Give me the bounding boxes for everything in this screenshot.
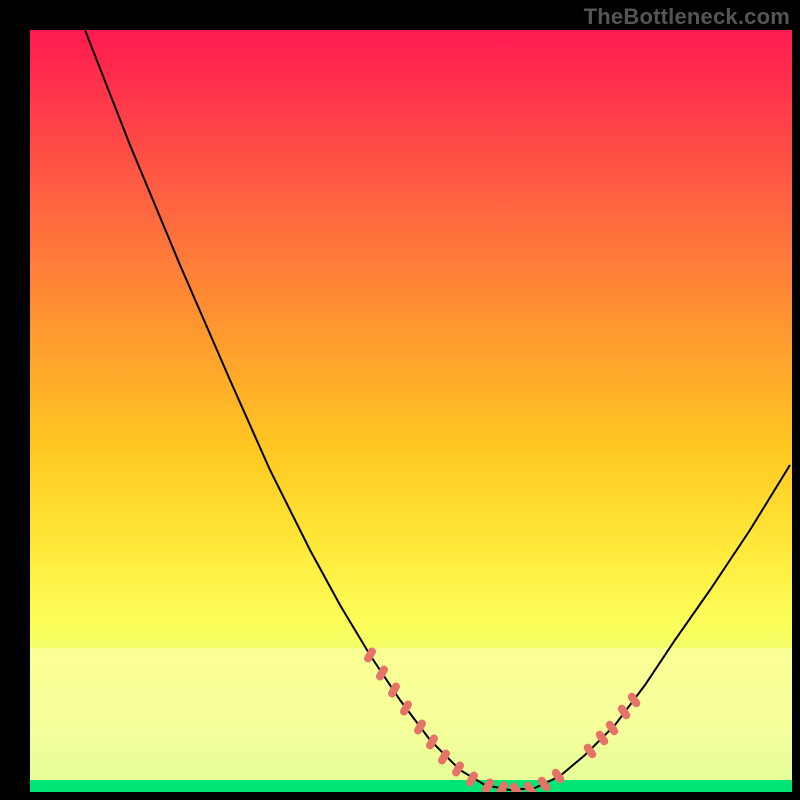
band-pale-yellow [30,648,792,792]
chart-svg [30,30,792,792]
band-green [30,780,792,792]
plot-area [30,30,792,792]
watermark-text: TheBottleneck.com [584,4,790,30]
chart-frame: TheBottleneck.com [0,0,800,800]
